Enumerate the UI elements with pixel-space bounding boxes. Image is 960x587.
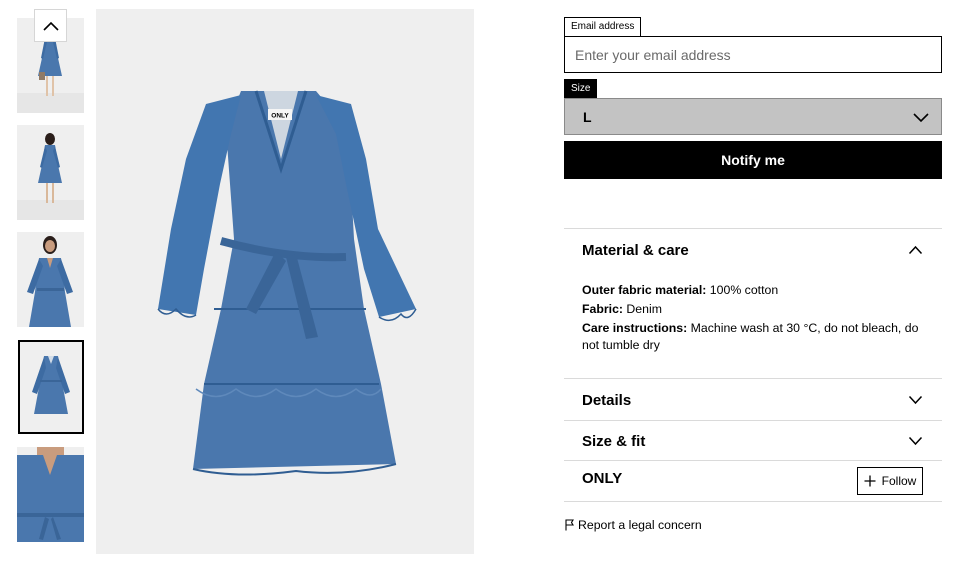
plus-icon (864, 475, 876, 487)
follow-button[interactable]: Follow (857, 467, 923, 495)
chevron-up-icon (42, 21, 59, 31)
chevron-down-icon (908, 436, 923, 446)
fabric-label: Fabric: (582, 302, 623, 316)
dress-detail-image (17, 447, 84, 542)
flag-icon (565, 519, 574, 531)
thumbnail-3[interactable] (17, 232, 84, 327)
care-label: Care instructions: (582, 321, 688, 335)
size-label: Size (564, 79, 598, 99)
report-legal-concern-link[interactable]: Report a legal concern (565, 518, 702, 532)
denim-dress-image: ONLY (96, 9, 474, 554)
details-accordion[interactable]: Details (564, 388, 942, 412)
email-field[interactable] (564, 36, 942, 73)
fabric-row: Fabric: Denim (582, 301, 927, 318)
gallery-up-button[interactable] (34, 9, 67, 42)
chevron-down-icon (908, 395, 923, 405)
size-fit-accordion[interactable]: Size & fit (564, 429, 942, 453)
thumbnail-2[interactable] (17, 125, 84, 220)
thumbnail-4[interactable] (18, 340, 84, 434)
divider (564, 501, 942, 502)
material-care-title: Material & care (582, 241, 689, 259)
dress-packshot-image (20, 342, 82, 432)
follow-label: Follow (881, 474, 917, 488)
divider (564, 460, 942, 461)
dress-model-closeup-image (17, 232, 84, 327)
outer-fabric-label: Outer fabric material: (582, 283, 707, 297)
divider (564, 228, 942, 229)
details-title: Details (582, 391, 632, 409)
main-product-image[interactable]: ONLY (96, 9, 474, 554)
chevron-up-icon (908, 245, 923, 255)
report-label: Report a legal concern (578, 518, 702, 532)
outer-fabric-row: Outer fabric material: 100% cotton (582, 282, 927, 299)
chevron-down-icon (913, 112, 929, 122)
notify-me-button[interactable]: Notify me (564, 141, 942, 179)
thumbnail-5[interactable] (17, 447, 84, 542)
dress-model-back-image (17, 125, 84, 220)
brand-name[interactable]: ONLY (582, 470, 622, 487)
brand-label-tag: ONLY (271, 113, 289, 120)
fabric-value: Denim (626, 302, 662, 316)
divider (564, 378, 942, 379)
outer-fabric-value: 100% cotton (709, 283, 779, 297)
divider (564, 420, 942, 421)
email-label: Email address (564, 17, 642, 37)
size-select[interactable]: L (564, 98, 942, 135)
material-care-accordion[interactable]: Material & care (564, 238, 942, 262)
size-fit-title: Size & fit (582, 432, 646, 450)
size-value: L (583, 108, 592, 125)
care-row: Care instructions: Machine wash at 30 °C… (582, 320, 927, 354)
material-care-content: Outer fabric material: 100% cotton Fabri… (582, 282, 927, 356)
